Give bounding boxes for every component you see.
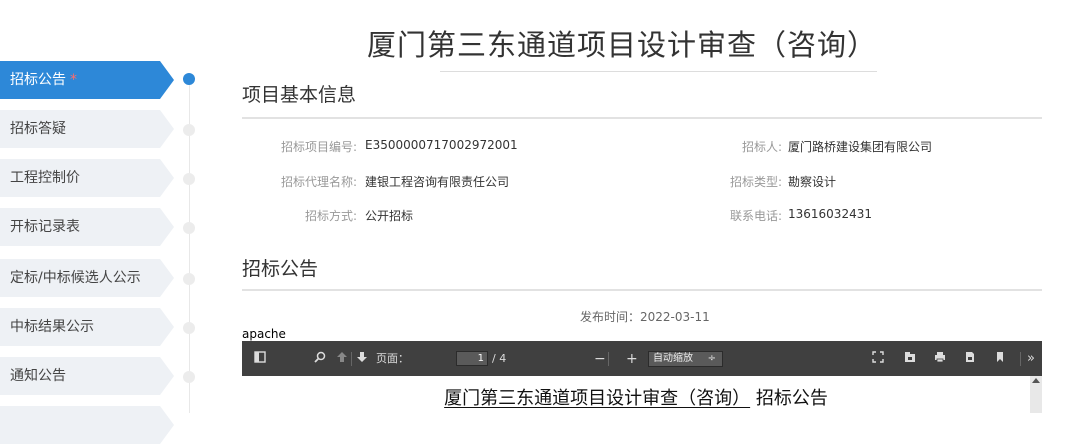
more-tools-icon[interactable]: »: [1027, 351, 1035, 367]
sidebar-item-partial[interactable]: [0, 406, 174, 444]
pdf-scrollbar[interactable]: [1030, 376, 1042, 413]
publish-time: 发布时间：2022-03-11: [580, 308, 710, 325]
print-icon[interactable]: [934, 351, 946, 367]
label-project-code: 招标项目编号:: [280, 140, 357, 154]
bookmark-icon[interactable]: [994, 351, 1006, 367]
previous-page-icon[interactable]: [336, 351, 348, 367]
value-bid-method: 公开招标: [365, 209, 414, 223]
info-row: 招标代理名称: 建银工程咨询有限责任公司 招标类型: 勘察设计: [242, 173, 1042, 193]
label-bid-type: 招标类型:: [729, 175, 782, 189]
title-divider: [440, 71, 877, 72]
label-phone: 联系电话:: [729, 209, 782, 223]
sidebar-item-result-notice[interactable]: 中标结果公示: [0, 308, 174, 346]
chevron-updown-icon: ÷: [707, 353, 716, 364]
apache-label: apache: [242, 328, 1042, 341]
sidebar-item-notices[interactable]: 通知公告: [0, 357, 174, 395]
timeline-dot: [183, 371, 195, 383]
page-title: 厦门第三东通道项目设计审查（咨询）: [367, 28, 878, 62]
section-divider: [242, 117, 1042, 119]
value-phone: 13616032431: [788, 207, 872, 221]
sidebar-item-label: 开标记录表: [10, 219, 80, 235]
timeline-dot: [183, 124, 195, 136]
page-total: / 4: [492, 352, 507, 365]
document-heading-title: 厦门第三东通道项目设计审查（咨询）: [444, 388, 751, 409]
sidebar: 招标公告 * 招标答疑 工程控制价 开标记录表 定标/中标候选人公示 中标结果公示…: [0, 0, 220, 444]
document-heading: 厦门第三东通道项目设计审查（咨询） 招标公告: [242, 384, 1030, 410]
timeline-dot: [183, 222, 195, 234]
required-mark: *: [70, 72, 77, 88]
sidebar-item-candidate-notice[interactable]: 定标/中标候选人公示: [0, 259, 174, 297]
publish-label: 发布时间：: [580, 310, 641, 324]
sidebar-item-label: 定标/中标候选人公示: [10, 270, 141, 286]
pdf-viewer: apache 页面： / 4 − + » 1 自动缩放 ÷ 厦门第三东通道项目设…: [242, 328, 1042, 413]
sidebar-toggle-icon[interactable]: [254, 351, 266, 367]
section-title-basic-info: 项目基本信息: [242, 84, 357, 106]
scroll-up-icon[interactable]: [1032, 378, 1040, 383]
sidebar-item-label: 招标公告: [10, 72, 66, 88]
value-tenderer: 厦门路桥建设集团有限公司: [788, 140, 933, 154]
search-icon[interactable]: [314, 351, 326, 367]
toolbar-separator: [608, 352, 609, 366]
page-number-input[interactable]: 1: [456, 351, 488, 366]
label-agent: 招标代理名称:: [280, 175, 357, 189]
value-bid-type: 勘察设计: [788, 175, 837, 189]
download-icon[interactable]: [964, 351, 976, 367]
fullscreen-icon[interactable]: [872, 351, 884, 367]
zoom-select[interactable]: 自动缩放 ÷: [648, 351, 723, 367]
sidebar-item-label: 工程控制价: [10, 170, 80, 186]
info-row: 招标项目编号: E3500000717002972001 招标人: 厦门路桥建设…: [242, 138, 1042, 158]
pdf-toolbar: 页面： / 4 − + »: [242, 347, 1042, 371]
sidebar-item-opening-record[interactable]: 开标记录表: [0, 208, 174, 246]
info-row: 招标方式: 公开招标 联系电话: 13616032431: [242, 207, 1042, 227]
document-heading-suffix: 招标公告: [755, 388, 828, 409]
label-tenderer: 招标人:: [741, 140, 782, 154]
sidebar-item-bid-qa[interactable]: 招标答疑: [0, 110, 174, 148]
timeline-dot: [183, 273, 195, 285]
zoom-out-button[interactable]: −: [594, 351, 606, 367]
value-project-code: E3500000717002972001: [365, 138, 518, 152]
toolbar-separator: [1020, 352, 1021, 366]
open-file-icon[interactable]: [904, 351, 916, 367]
timeline-dot: [183, 322, 195, 334]
page-label: 页面：: [376, 352, 409, 365]
zoom-value: 自动缩放: [653, 353, 693, 364]
pdf-page: 厦门第三东通道项目设计审查（咨询） 招标公告: [242, 376, 1030, 413]
value-agent: 建银工程咨询有限责任公司: [365, 175, 510, 189]
sidebar-item-label: 中标结果公示: [10, 319, 94, 335]
sidebar-item-label: 招标答疑: [10, 121, 66, 137]
zoom-in-button[interactable]: +: [626, 351, 638, 367]
section-title-announcement: 招标公告: [242, 258, 319, 280]
sidebar-item-bid-announcement[interactable]: 招标公告 *: [0, 61, 174, 99]
publish-date: 2022-03-11: [640, 310, 710, 324]
toolbar-separator: [351, 352, 352, 366]
section-divider: [242, 289, 1042, 291]
timeline-dot-active: [183, 73, 195, 85]
timeline-dot: [183, 173, 195, 185]
sidebar-item-label: 通知公告: [10, 368, 66, 384]
next-page-icon[interactable]: [356, 351, 368, 367]
sidebar-item-control-price[interactable]: 工程控制价: [0, 159, 174, 197]
label-bid-method: 招标方式:: [304, 209, 357, 223]
